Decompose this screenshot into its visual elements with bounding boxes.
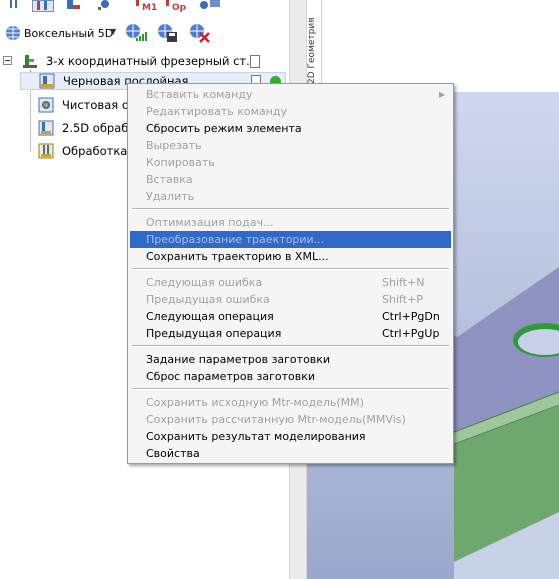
svg-text:Op: Op bbox=[172, 3, 187, 12]
tree-item-label: 2.5D обраб bbox=[62, 121, 129, 135]
menu-item-set-stock-params[interactable]: Задание параметров заготовки bbox=[130, 351, 451, 368]
tree-item-label: Чистовая о bbox=[62, 98, 129, 112]
toggle-view-button[interactable] bbox=[32, 0, 54, 12]
finish-milling-icon bbox=[38, 97, 54, 113]
collapse-icon[interactable] bbox=[3, 56, 12, 65]
voxel-signal-icon[interactable] bbox=[124, 22, 150, 44]
voxel-toolbar: Воксельный 5D ▼ bbox=[0, 20, 290, 46]
menu-separator bbox=[132, 388, 449, 390]
voxel-mode-label[interactable]: Воксельный 5D bbox=[24, 27, 113, 40]
add-node-icon[interactable] bbox=[96, 0, 114, 16]
menu-item-reset-stock-params[interactable]: Сброс параметров заготовки bbox=[130, 368, 451, 385]
menu-item-save-simulation-result[interactable]: Сохранить результат моделирования bbox=[130, 428, 451, 445]
op-icon[interactable]: Op bbox=[164, 0, 190, 16]
op-cycle-icon[interactable] bbox=[198, 0, 224, 16]
menu-item-copy[interactable]: Копировать bbox=[130, 154, 451, 171]
menu-item-reset-mode[interactable]: Сбросить режим элемента bbox=[130, 120, 451, 137]
tree-item-finish[interactable]: Чистовая о bbox=[20, 96, 130, 114]
menu-item-next-error[interactable]: Следующая ошибка Shift+N bbox=[130, 274, 451, 291]
menu-item-properties[interactable]: Свойства bbox=[130, 445, 451, 462]
menu-item-delete[interactable]: Удалить bbox=[130, 188, 451, 205]
machine-icon bbox=[22, 53, 38, 69]
menu-item-cut[interactable]: Вырезать bbox=[130, 137, 451, 154]
context-menu: Вставить команду ▶ Редактировать команду… bbox=[127, 83, 454, 464]
document-icon[interactable] bbox=[250, 55, 260, 68]
svg-text:M1: M1 bbox=[142, 3, 157, 12]
submenu-arrow-icon: ▶ bbox=[439, 90, 446, 99]
m1-icon[interactable]: M1 bbox=[134, 0, 160, 16]
tree-root[interactable]: 3-х координатный фрезерный ст... bbox=[0, 52, 290, 70]
menu-item-save-source-mtr[interactable]: Сохранить исходную Mtr-модель(MM) bbox=[130, 394, 451, 411]
menu-item-insert-command[interactable]: Вставить команду ▶ bbox=[130, 86, 451, 103]
menu-item-prev-operation[interactable]: Предыдущая операция Ctrl+PgUp bbox=[130, 325, 451, 342]
top-toolbar: M1 Op bbox=[0, 0, 290, 16]
menu-item-save-toolpath-xml[interactable]: Сохранить траекторию в XML... bbox=[130, 248, 451, 265]
2-5d-milling-icon bbox=[38, 120, 54, 136]
menu-item-edit-command[interactable]: Редактировать команду bbox=[130, 103, 451, 120]
menu-item-next-operation[interactable]: Следующая операция Ctrl+PgDn bbox=[130, 308, 451, 325]
menu-item-prev-error[interactable]: Предыдущая ошибка Shift+P bbox=[130, 291, 451, 308]
menu-item-paste[interactable]: Вставка bbox=[130, 171, 451, 188]
menu-separator bbox=[132, 345, 449, 347]
tool-icon[interactable] bbox=[64, 0, 82, 16]
tree-item-processing[interactable]: Обработка bbox=[20, 142, 130, 160]
menu-item-transform-toolpath[interactable]: Преобразование траектории... bbox=[130, 231, 451, 248]
tab-2d-geometry[interactable]: 2D Геометрия bbox=[307, 4, 321, 84]
voxel-save-icon[interactable] bbox=[156, 22, 180, 44]
side-tab-strip: 2D Геометрия bbox=[307, 0, 322, 90]
tree-root-label: 3-х координатный фрезерный ст... bbox=[46, 54, 258, 68]
voxel-delete-icon[interactable] bbox=[188, 22, 212, 44]
menu-item-save-computed-mtr[interactable]: Сохранить рассчитанную Mtr-модель(MMVis) bbox=[130, 411, 451, 428]
menu-separator bbox=[132, 208, 449, 210]
menu-item-feed-optimization[interactable]: Оптимизация подач... bbox=[130, 214, 451, 231]
grid-icon[interactable] bbox=[6, 0, 24, 16]
menu-separator bbox=[132, 268, 449, 270]
tree-item-label: Обработка bbox=[62, 144, 128, 158]
processing-icon bbox=[38, 143, 54, 159]
chevron-down-icon[interactable]: ▼ bbox=[110, 27, 116, 36]
tree-item-2-5d[interactable]: 2.5D обраб bbox=[20, 119, 130, 137]
rough-milling-icon bbox=[39, 73, 55, 89]
voxel-mode-icon[interactable] bbox=[4, 24, 22, 40]
